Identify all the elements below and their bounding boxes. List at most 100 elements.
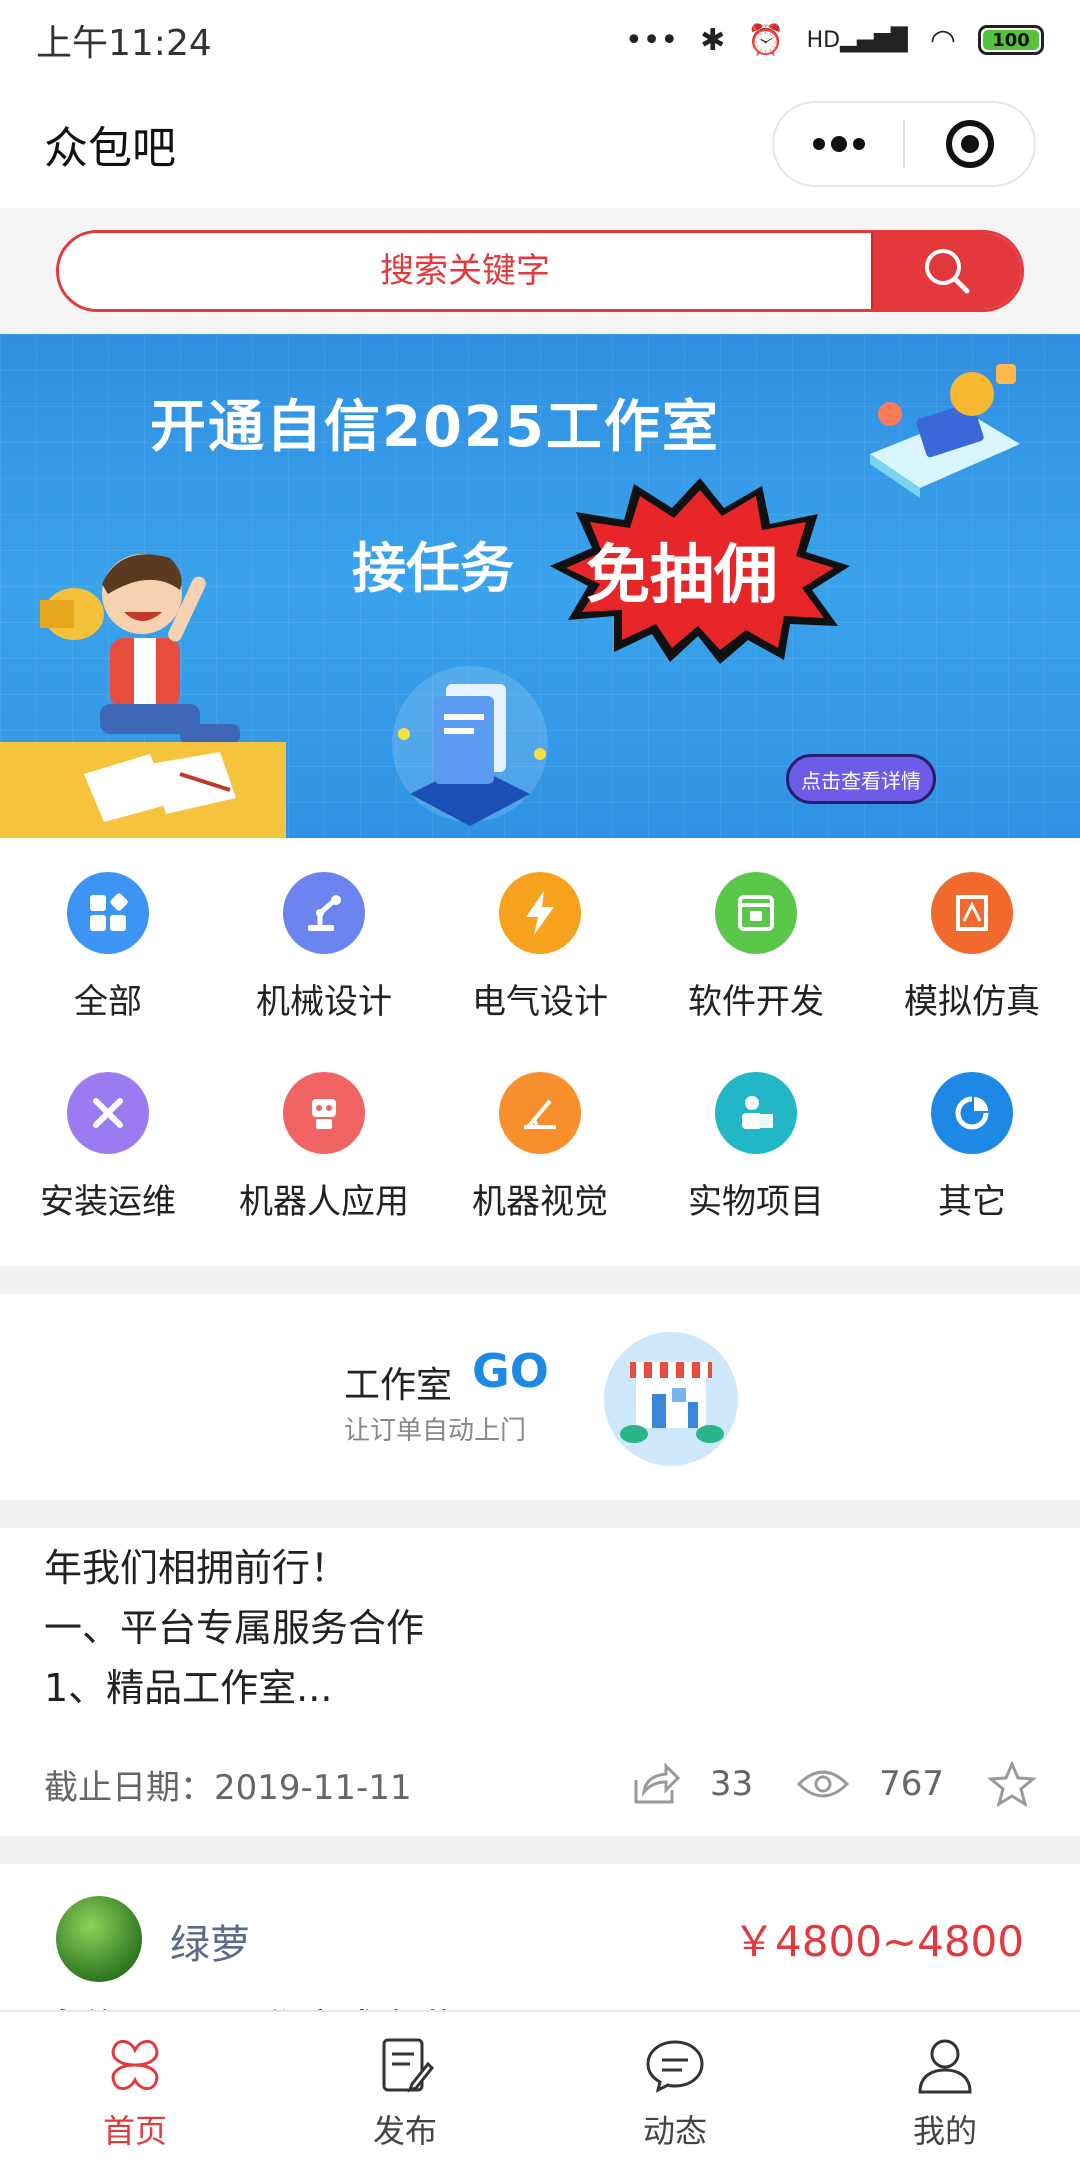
view-details-button[interactable]: 点击查看详情: [786, 754, 936, 804]
status-icons: ••• ✱ ⏰ HD▂▄▆█ ◠ 100: [625, 23, 1044, 58]
promo-banner[interactable]: 开通自信2025工作室 接任务 免抽佣 点击查看详情: [0, 334, 1080, 838]
robot-icon: [283, 1072, 365, 1154]
tab-profile[interactable]: 我的: [810, 2012, 1080, 2160]
studio-go: GO: [472, 1344, 549, 1398]
pie-icon: [931, 1072, 1013, 1154]
task-card[interactable]: 绿萝 ￥4800~4800 自信2025工作室成立啦！: [0, 1864, 1080, 2010]
battery-icon: 100: [978, 25, 1044, 55]
description-line: 一、平台专属服务合作: [44, 1606, 425, 1650]
search-area: [0, 208, 1080, 334]
eye-icon: [797, 1770, 850, 1798]
category-label: 安装运维: [40, 1182, 176, 1222]
category-physical[interactable]: 实物项目: [648, 1058, 864, 1258]
robot-arm-icon: [283, 872, 365, 954]
favorite-button[interactable]: [988, 1761, 1036, 1807]
username: 绿萝: [170, 1922, 250, 1968]
workspace-illustration: [870, 364, 1020, 498]
banner-subtitle: 接任务: [352, 537, 514, 600]
category-robot[interactable]: 机器人应用: [216, 1058, 432, 1258]
more-dots-icon: •••: [625, 22, 679, 58]
share-icon: [634, 1762, 680, 1804]
studio-title: 工作室: [344, 1365, 453, 1406]
banner-headline: 开通自信2025工作室: [150, 395, 720, 460]
tab-label: 首页: [102, 2112, 167, 2150]
signal-icon: HD▂▄▆█: [806, 27, 908, 53]
share-stat[interactable]: 33: [632, 1762, 753, 1806]
search-input[interactable]: [59, 233, 871, 309]
view-stat: 767: [797, 1764, 944, 1804]
bottom-tab-bar: 首页 发布 动态 我的: [0, 2010, 1080, 2160]
star-icon: [988, 1761, 1036, 1807]
section-divider: [0, 1266, 1080, 1294]
lightning-icon: [499, 872, 581, 954]
category-label: 软件开发: [688, 982, 824, 1022]
tab-label: 我的: [912, 2112, 977, 2150]
search-button[interactable]: [871, 233, 1021, 309]
target-icon: [945, 120, 994, 168]
tab-label: 动态: [642, 2112, 707, 2150]
category-other[interactable]: 其它: [864, 1058, 1080, 1258]
category-label: 模拟仿真: [904, 982, 1040, 1022]
browser-icon: [715, 872, 797, 954]
bluetooth-icon: ✱: [700, 22, 726, 58]
more-dots-icon: [812, 136, 865, 152]
wrench-icon: [67, 1072, 149, 1154]
category-label: 机器视觉: [472, 1182, 608, 1222]
category-label: 机器人应用: [239, 1182, 409, 1222]
battery-level: 100: [983, 30, 1039, 51]
mascot-illustration: [40, 554, 240, 744]
category-label: 其它: [938, 1182, 1006, 1222]
category-label: 实物项目: [688, 1182, 824, 1222]
chat-bubble-icon: [646, 2040, 704, 2093]
wifi-icon: ◠: [929, 22, 956, 58]
category-simulation[interactable]: 模拟仿真: [864, 858, 1080, 1058]
description-line: 1、精品工作室...: [44, 1666, 333, 1710]
grid-icon: [67, 872, 149, 954]
share-count: 33: [709, 1764, 754, 1804]
close-miniprogram-button[interactable]: [905, 103, 1034, 185]
price-range: ￥4800~4800: [733, 1917, 1024, 1966]
home-clover-icon: [111, 2040, 159, 2090]
task-description: 年我们相拥前行！ 一、平台专属服务合作 1、精品工作室...: [44, 1538, 424, 1718]
category-label: 全部: [74, 982, 142, 1022]
alarm-icon: ⏰: [747, 22, 785, 58]
search-box: [56, 230, 1024, 312]
category-label: 电气设计: [472, 982, 608, 1022]
document-illustration: [392, 666, 548, 826]
tab-publish[interactable]: 发布: [270, 2012, 540, 2160]
category-software[interactable]: 软件开发: [648, 858, 864, 1058]
worker-icon: [715, 1072, 797, 1154]
mini-program-capsule: [772, 101, 1036, 187]
studio-subtitle: 让订单自动上门: [344, 1416, 527, 1446]
tab-activity[interactable]: 动态: [540, 2012, 810, 2160]
task-meta: 截止日期：2019-11-11 33 767: [44, 1754, 1036, 1814]
status-bar: 上午11:24 ••• ✱ ⏰ HD▂▄▆█ ◠ 100: [0, 0, 1080, 80]
tab-home[interactable]: 首页: [0, 2012, 270, 2160]
banner-highlight: 免抽佣: [586, 539, 778, 613]
deadline-text: 截止日期：2019-11-11: [44, 1767, 412, 1808]
category-vision[interactable]: 机器视觉: [432, 1058, 648, 1258]
section-divider: [0, 1836, 1080, 1864]
view-count: 767: [879, 1764, 944, 1804]
category-label: 机械设计: [256, 982, 392, 1022]
avatar[interactable]: [56, 1896, 142, 1982]
edit-note-icon: [382, 2038, 435, 2093]
description-line: 年我们相拥前行！: [44, 1546, 349, 1590]
category-all[interactable]: 全部: [0, 858, 216, 1058]
status-time: 上午11:24: [36, 23, 212, 64]
tab-label: 发布: [372, 2112, 437, 2150]
more-menu-button[interactable]: [774, 103, 903, 185]
title-bar: 众包吧: [0, 80, 1080, 208]
category-mechanical[interactable]: 机械设计: [216, 858, 432, 1058]
studio-entry[interactable]: 工作室 GO 让订单自动上门: [0, 1294, 1080, 1500]
task-card[interactable]: 年我们相拥前行！ 一、平台专属服务合作 1、精品工作室... 截止日期：2019…: [0, 1528, 1080, 1836]
category-installation[interactable]: 安装运维: [0, 1058, 216, 1258]
shop-icon: [604, 1332, 738, 1466]
search-icon: [925, 249, 970, 294]
papers-illustration: [84, 752, 236, 822]
category-electrical[interactable]: 电气设计: [432, 858, 648, 1058]
section-divider: [0, 1500, 1080, 1528]
page-title: 众包吧: [44, 123, 176, 174]
task-title: 自信2025工作室成立啦！: [44, 1998, 492, 2010]
simulation-icon: [931, 872, 1013, 954]
